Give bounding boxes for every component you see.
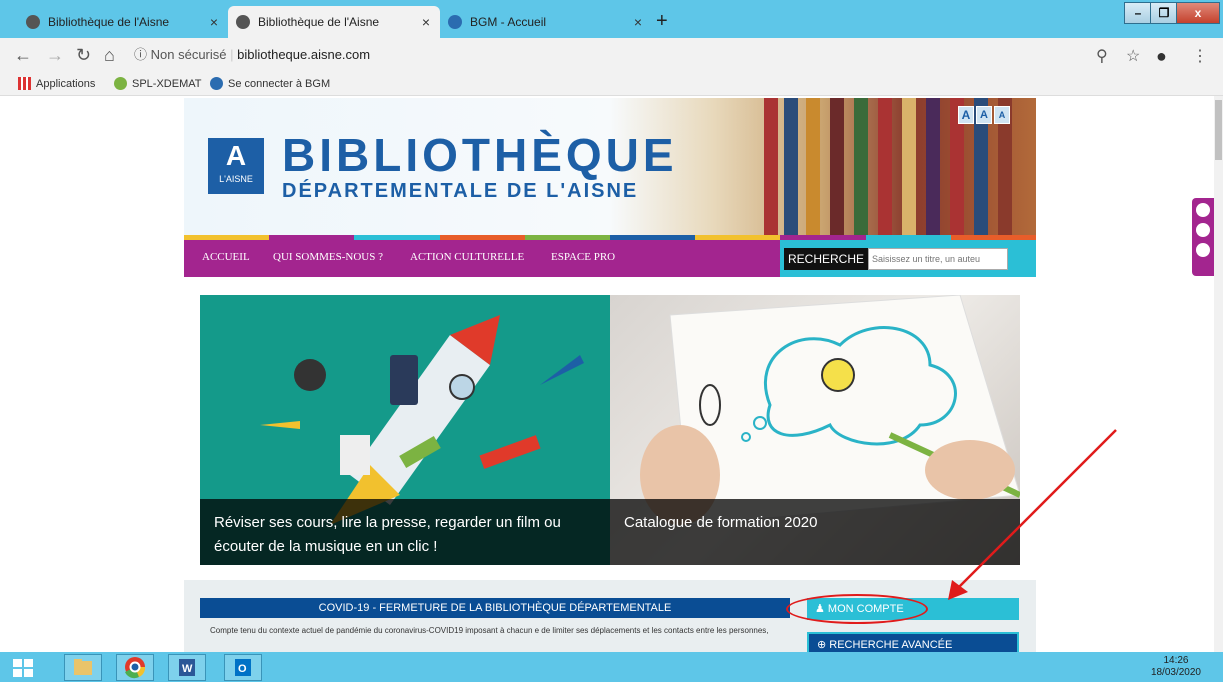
- back-arrow-icon[interactable]: ←: [14, 45, 32, 66]
- chrome-icon[interactable]: [116, 654, 154, 681]
- font-size-large-button[interactable]: A: [958, 106, 974, 124]
- book-spine: [784, 98, 798, 235]
- bookmark-label: SPL-XDEMAT: [132, 77, 202, 90]
- minimize-button[interactable]: –: [1124, 2, 1152, 24]
- font-size-small-button[interactable]: A: [994, 106, 1010, 124]
- svg-text:W: W: [182, 663, 193, 675]
- windows-taskbar: W O 14:26 18/03/2020: [0, 652, 1223, 682]
- home-icon[interactable]: ⌂: [104, 45, 115, 66]
- reload-icon[interactable]: ↻: [76, 45, 91, 66]
- apps-grid-icon: [18, 77, 31, 90]
- tab-close-icon[interactable]: ×: [210, 14, 218, 30]
- youtube-circle-icon[interactable]: [1196, 243, 1210, 257]
- tab-bibliotheque-2[interactable]: Bibliothèque de l'Aisne ×: [228, 6, 440, 38]
- search-icon: ⊕: [817, 639, 830, 651]
- search-input[interactable]: [868, 248, 1008, 270]
- font-size-medium-button[interactable]: A: [976, 106, 992, 124]
- book-spine: [878, 98, 892, 235]
- tab-bibliotheque-1[interactable]: Bibliothèque de l'Aisne ×: [18, 6, 228, 38]
- clock-date: 18/03/2020: [1150, 667, 1201, 678]
- browser-toolbar: ← → ↻ ⌂ ⓘ Non sécurisé | bibliotheque.ai…: [0, 38, 1223, 72]
- social-sidebar: [1192, 198, 1214, 276]
- book-spine: [926, 98, 940, 235]
- book-spine: [854, 98, 868, 235]
- profile-icon[interactable]: ●: [1156, 46, 1167, 67]
- tab-close-icon[interactable]: ×: [422, 14, 430, 30]
- svg-text:O: O: [238, 663, 247, 675]
- search-button[interactable]: RECHERCHE: [784, 248, 869, 270]
- address-bar[interactable]: ⓘ Non sécurisé | bibliotheque.aisne.com: [134, 43, 1184, 67]
- menu-item-action-culturelle[interactable]: ACTION CULTURELLE: [410, 251, 524, 263]
- outlook-icon[interactable]: O: [224, 654, 262, 681]
- aisne-logo[interactable]: A L'AISNE: [208, 138, 264, 194]
- scrollbar-thumb[interactable]: [1215, 100, 1222, 160]
- file-explorer-icon[interactable]: [64, 654, 102, 681]
- tab-close-icon[interactable]: ×: [634, 14, 642, 30]
- info-icon: ⓘ: [134, 47, 151, 62]
- tab-title: Bibliothèque de l'Aisne: [258, 15, 380, 29]
- site-subtitle: DÉPARTEMENTALE DE L'AISNE: [282, 180, 639, 202]
- zoom-icon[interactable]: ⚲: [1096, 46, 1108, 66]
- covid-news-title[interactable]: COVID-19 - FERMETURE DE LA BIBLIOTHÈQUE …: [200, 598, 790, 618]
- star-icon[interactable]: ☆: [1126, 46, 1140, 66]
- slide-reviser[interactable]: Réviser ses cours, lire la presse, regar…: [200, 295, 610, 565]
- bookmark-label: Applications: [36, 77, 96, 90]
- search-zone: RECHERCHE: [780, 240, 1036, 277]
- forward-arrow-icon[interactable]: →: [46, 45, 64, 66]
- tab-bgm-accueil[interactable]: BGM - Accueil ×: [440, 6, 652, 38]
- logo-text: L'AISNE: [219, 174, 253, 184]
- annotation-ellipse: [786, 594, 928, 624]
- page-scrollbar[interactable]: [1214, 96, 1223, 652]
- covid-news-text: Compte tenu du contexte actuel de pandém…: [210, 626, 769, 635]
- bgm-icon: [448, 15, 462, 29]
- system-clock[interactable]: 14:26 18/03/2020: [1151, 655, 1201, 679]
- menu-item-espace-pro[interactable]: ESPACE PRO: [551, 251, 615, 263]
- home-circle-icon[interactable]: [1196, 203, 1210, 217]
- bookmark-spl-xdemat[interactable]: SPL-XDEMAT: [114, 77, 201, 90]
- clock-time: 14:26: [1163, 655, 1189, 666]
- annotation-arrow: [948, 429, 1117, 600]
- tab-title: Bibliothèque de l'Aisne: [48, 15, 170, 29]
- globe-icon: [26, 15, 40, 29]
- menu-item-qui-sommes-nous[interactable]: QUI SOMMES-NOUS ?: [273, 251, 383, 263]
- recherche-avancee-button[interactable]: ⊕ RECHERCHE AVANCÉE: [807, 632, 1019, 652]
- site-title: BIBLIOTHÈQUE: [282, 129, 678, 181]
- book-spine: [764, 98, 778, 235]
- xdemat-icon: [114, 77, 127, 90]
- bgm-icon: [210, 77, 223, 90]
- browser-tab-bar: Bibliothèque de l'Aisne × Bibliothèque d…: [0, 0, 1223, 38]
- windows-start-icon[interactable]: [4, 654, 42, 681]
- security-label: Non sécurisé: [150, 47, 227, 62]
- book-spine: [806, 98, 820, 235]
- word-icon[interactable]: W: [168, 654, 206, 681]
- url-text: bibliotheque.aisne.com: [237, 47, 371, 62]
- tab-title: BGM - Accueil: [470, 15, 547, 29]
- menu-dots-icon[interactable]: ⋮: [1192, 46, 1208, 66]
- bookmark-applications[interactable]: Applications: [18, 77, 95, 90]
- page-viewport: A L'AISNE BIBLIOTHÈQUE DÉPARTEMENTALE DE…: [0, 96, 1223, 652]
- site-header: A L'AISNE BIBLIOTHÈQUE DÉPARTEMENTALE DE…: [184, 98, 1036, 235]
- book-spine: [830, 98, 844, 235]
- bookmark-bgm[interactable]: Se connecter à BGM: [210, 77, 330, 90]
- user-circle-icon[interactable]: [1196, 223, 1210, 237]
- close-window-button[interactable]: x: [1176, 2, 1220, 24]
- restore-button[interactable]: ❐: [1150, 2, 1178, 24]
- book-spine: [902, 98, 916, 235]
- menu-item-accueil[interactable]: ACCUEIL: [202, 251, 250, 263]
- bookmark-label: Se connecter à BGM: [228, 77, 331, 90]
- slide-caption: Réviser ses cours, lire la presse, regar…: [200, 499, 610, 565]
- main-menu: ACCUEIL QUI SOMMES-NOUS ? ACTION CULTURE…: [184, 235, 1037, 277]
- new-tab-button[interactable]: +: [656, 10, 668, 33]
- recherche-avancee-label: RECHERCHE AVANCÉE: [829, 639, 953, 651]
- bookmarks-bar: Applications SPL-XDEMAT Se connecter à B…: [0, 72, 1223, 96]
- globe-icon: [236, 15, 250, 29]
